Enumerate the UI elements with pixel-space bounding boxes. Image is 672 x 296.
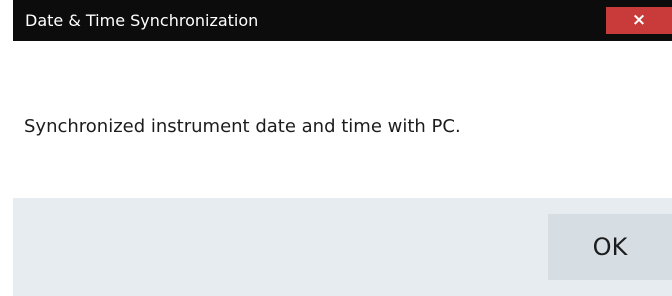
close-button[interactable]: × bbox=[606, 7, 672, 34]
close-icon: × bbox=[631, 10, 647, 30]
dialog-footer: OK bbox=[13, 198, 672, 296]
dialog-content: Synchronized instrument date and time wi… bbox=[13, 41, 672, 198]
sync-dialog: Date & Time Synchronization × Synchroniz… bbox=[13, 0, 672, 296]
dialog-title: Date & Time Synchronization bbox=[25, 11, 259, 30]
dialog-titlebar: Date & Time Synchronization × bbox=[13, 0, 672, 41]
ok-button[interactable]: OK bbox=[548, 214, 672, 280]
dialog-message: Synchronized instrument date and time wi… bbox=[24, 116, 461, 137]
